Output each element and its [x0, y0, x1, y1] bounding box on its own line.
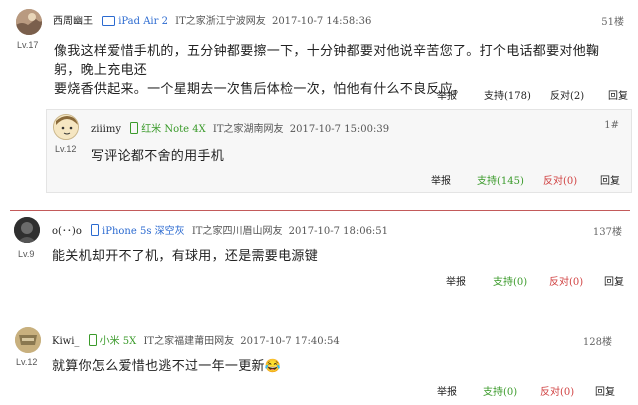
- user-location: IT之家四川眉山网友: [191, 226, 283, 237]
- floor-number: 137楼: [592, 227, 622, 238]
- section-divider: [10, 210, 630, 211]
- report-button[interactable]: 举报: [437, 383, 457, 398]
- comment-content: 就算你怎么爱惜也逃不过一年一更新😂: [52, 359, 282, 374]
- support-button[interactable]: 支持(145): [477, 172, 524, 187]
- phone-icon: [91, 224, 100, 236]
- comment-time: 2017-10-7 15:00:39: [289, 124, 390, 135]
- username[interactable]: ziiimy: [91, 124, 121, 135]
- oppose-button[interactable]: 反对(2): [550, 87, 584, 102]
- avatar[interactable]: [14, 217, 40, 243]
- username[interactable]: 西周幽王: [53, 16, 93, 27]
- reply-quote: Lv.12 ziiimy 红米 Note 4X IT之家湖南网友 2017-10…: [46, 109, 632, 193]
- phone-icon: [130, 122, 139, 134]
- comment-actions: 举报 支持(0) 反对(0) 回复: [0, 383, 638, 398]
- comment-meta: 西周幽王 iPad Air 2 IT之家浙江宁波网友 2017-10-7 14:…: [53, 12, 371, 27]
- avatar-image-icon: [16, 9, 42, 35]
- floor-number: 128楼: [582, 337, 612, 348]
- phone-icon: [88, 334, 97, 346]
- user-location: IT之家湖南网友: [212, 124, 284, 135]
- reply-button[interactable]: 回复: [608, 87, 628, 102]
- support-button[interactable]: 支持(0): [493, 273, 527, 288]
- comment-meta: o(･･)o iPhone 5s 深空灰 IT之家四川眉山网友 2017-10-…: [52, 222, 388, 237]
- user-level: Lv.9: [18, 249, 35, 259]
- reply-actions: 举报 支持(145) 反对(0) 回复: [47, 172, 631, 187]
- avatar[interactable]: [16, 9, 42, 35]
- comment-time: 2017-10-7 14:58:36: [271, 16, 372, 27]
- comment-content: 能关机却开不了机，有球用，还是需要电源键: [52, 249, 319, 264]
- oppose-button[interactable]: 反对(0): [540, 383, 574, 398]
- floor-number: 51楼: [601, 17, 624, 28]
- avatar[interactable]: [53, 114, 79, 140]
- comment-actions: 举报 支持(0) 反对(0) 回复: [0, 273, 638, 288]
- comment-time: 2017-10-7 18:06:51: [288, 226, 389, 237]
- user-level: Lv.12: [16, 357, 38, 367]
- oppose-button[interactable]: 反对(0): [549, 273, 583, 288]
- report-button[interactable]: 举报: [437, 87, 457, 102]
- reply-button[interactable]: 回复: [604, 273, 624, 288]
- reply-button[interactable]: 回复: [595, 383, 615, 398]
- user-location: IT之家浙江宁波网友: [175, 16, 266, 27]
- report-button[interactable]: 举报: [446, 273, 466, 288]
- reply-button[interactable]: 回复: [600, 172, 620, 187]
- avatar-image-icon: [15, 327, 41, 353]
- username[interactable]: o(･･)o: [52, 226, 82, 237]
- comment-actions: 举报 支持(178) 反对(2) 回复: [0, 87, 638, 102]
- device-name: 红米 Note 4X: [141, 124, 206, 135]
- avatar[interactable]: [15, 327, 41, 353]
- user-level: Lv.12: [55, 144, 77, 154]
- username[interactable]: Kiwi_: [52, 336, 79, 347]
- support-button[interactable]: 支持(0): [483, 383, 517, 398]
- oppose-button[interactable]: 反对(0): [543, 172, 577, 187]
- comment-time: 2017-10-7 17:40:54: [240, 336, 340, 347]
- floor-number: 1#: [604, 120, 619, 131]
- report-button[interactable]: 举报: [431, 172, 451, 187]
- user-level: Lv.17: [17, 40, 39, 50]
- tablet-icon: [102, 16, 116, 26]
- comment-meta: Kiwi_ 小米 5X IT之家福建莆田网友 2017-10-7 17:40:5…: [52, 332, 340, 347]
- device-name: 小米 5X: [99, 336, 137, 347]
- content-line: 像我这样爱惜手机的，五分钟都要擦一下，十分钟都要对他说辛苦您了。打个电话都要对他…: [54, 44, 600, 78]
- user-location: IT之家福建莆田网友: [143, 336, 235, 347]
- device-name: iPad Air 2: [118, 16, 168, 27]
- avatar-image-icon: [14, 217, 40, 243]
- support-button[interactable]: 支持(178): [484, 87, 531, 102]
- device-name: iPhone 5s 深空灰: [102, 226, 185, 237]
- comment-content: 写评论都不舍的用手机: [91, 149, 225, 164]
- reply-meta: ziiimy 红米 Note 4X IT之家湖南网友 2017-10-7 15:…: [91, 120, 389, 135]
- avatar-face-icon: [54, 115, 78, 139]
